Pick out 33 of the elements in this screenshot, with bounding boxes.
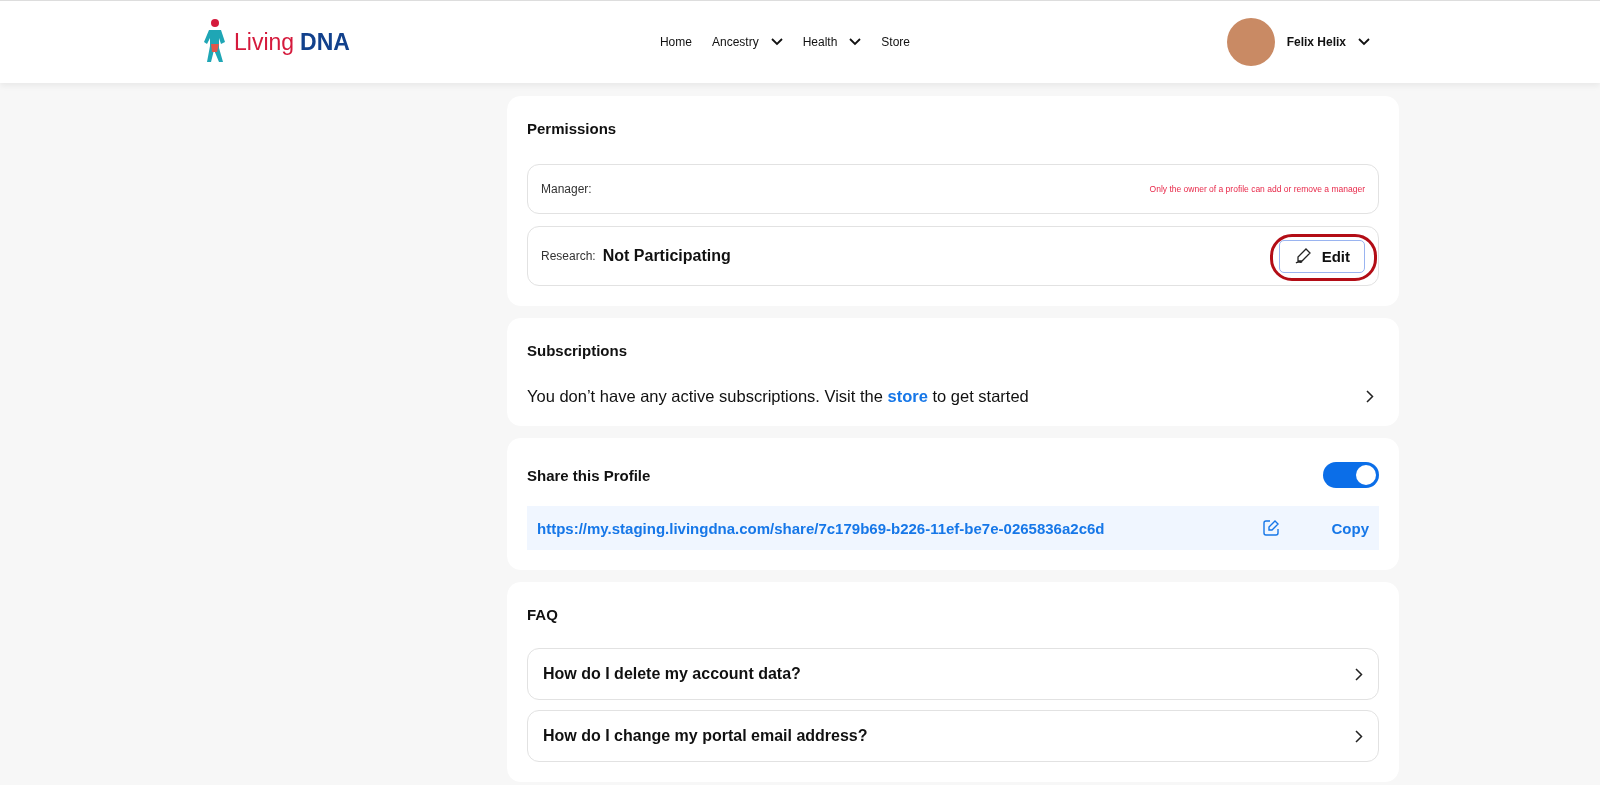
research-status: Not Participating (602, 247, 731, 265)
chevron-right-icon (1355, 667, 1363, 681)
share-url[interactable]: https://my.staging.livingdna.com/share/7c179b69-b226-11ef-be7e-0265836a2c6d (537, 519, 1105, 537)
section-title: Permissions (527, 120, 618, 137)
pen-icon (1293, 247, 1312, 265)
chevron-down-icon (1358, 38, 1370, 46)
faq-question: How do I delete my account data? (543, 665, 801, 683)
nav-link[interactable]: Store (881, 35, 911, 49)
faq-item[interactable]: How do I delete my account data? (527, 648, 1379, 700)
link-edit-icon[interactable] (1261, 519, 1280, 537)
chevron-down-icon (849, 38, 862, 46)
share-toggle[interactable] (1323, 462, 1379, 488)
user-name[interactable]: Felix Helix (1286, 35, 1346, 49)
manager-note: Only the owner of a profile can add or remove a manager (1149, 184, 1365, 194)
store-link[interactable]: store (887, 387, 928, 405)
faq-question: How do I change my portal email address? (543, 727, 868, 745)
faq-item[interactable]: How do I change my portal email address? (527, 710, 1379, 762)
copy-button[interactable]: Copy (1331, 519, 1369, 537)
chevron-down-icon (770, 38, 783, 46)
chevron-right-icon (1355, 729, 1363, 743)
subscriptions-message: You don’t have any active subscriptions. Visit the store to get started (527, 387, 1029, 406)
section-title: Share this Profile (527, 466, 651, 484)
avatar[interactable] (1226, 18, 1275, 66)
field-label: Research: (541, 249, 596, 263)
chevron-right-icon (1366, 390, 1374, 403)
nav-link[interactable]: Health (802, 35, 862, 49)
field-label: Manager: (541, 182, 592, 196)
nav-link[interactable]: Home (659, 35, 692, 49)
edit-button[interactable]: Edit (1278, 239, 1365, 273)
logo-text[interactable]: Living DNA (234, 28, 350, 56)
nav-link[interactable]: Ancestry (711, 35, 783, 49)
section-title: Subscriptions (527, 342, 628, 359)
section-title: FAQ (527, 606, 559, 623)
